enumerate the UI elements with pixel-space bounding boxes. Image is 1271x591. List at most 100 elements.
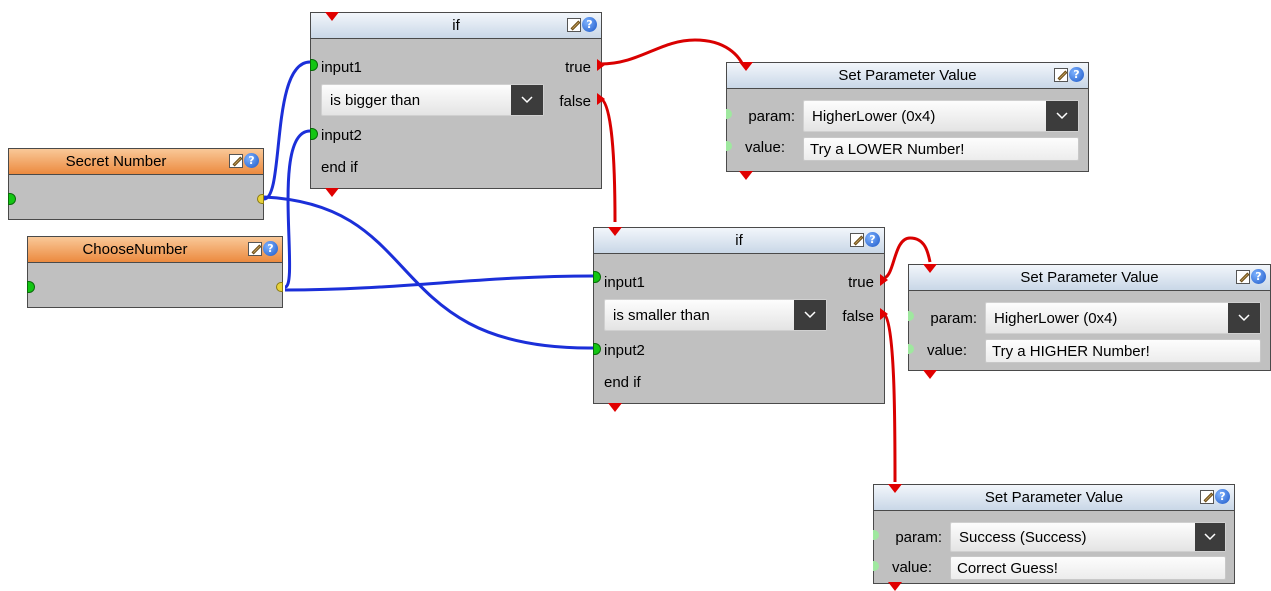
value-text: Try a LOWER Number! <box>810 140 965 158</box>
variable-node-secret-number[interactable]: Secret Number ? <box>8 148 264 220</box>
if-node-smaller[interactable]: if ? input1 true is smaller than false i… <box>593 227 888 412</box>
edit-icon[interactable] <box>850 232 864 247</box>
input1-label: input1 <box>604 274 645 291</box>
flow-out-pin[interactable] <box>608 403 622 412</box>
variable-node-title: Secret Number <box>65 153 167 170</box>
flow-in-pin[interactable] <box>608 227 622 236</box>
param-label: param: <box>895 529 942 546</box>
action-node-header[interactable]: Set Parameter Value ? <box>909 265 1270 291</box>
edit-icon[interactable] <box>229 153 243 168</box>
data-wire-choose-to-if2-input1[interactable] <box>284 274 594 292</box>
set-parameter-node-success[interactable]: Set Parameter Value ? param: Success (Su… <box>873 484 1235 591</box>
variable-node-header[interactable]: ChooseNumber ? <box>28 237 282 263</box>
input2-label: input2 <box>604 342 645 359</box>
input1-pin[interactable] <box>310 59 318 71</box>
false-output-pin[interactable] <box>597 93 605 105</box>
action-node-title: Set Parameter Value <box>838 67 977 84</box>
condition-value: is smaller than <box>613 306 710 324</box>
value-label: value: <box>891 559 932 576</box>
data-wire-choose-to-if1-input2[interactable] <box>283 129 311 289</box>
chevron-down-icon[interactable] <box>794 300 826 330</box>
variable-node-header[interactable]: Secret Number ? <box>9 149 263 175</box>
true-output-pin[interactable] <box>880 274 888 286</box>
set-parameter-node-higher[interactable]: Set Parameter Value ? param: HigherLower… <box>908 264 1271 379</box>
param-select[interactable]: HigherLower (0x4) <box>803 100 1079 132</box>
flow-in-pin[interactable] <box>888 484 902 493</box>
variable-node-title: ChooseNumber <box>82 241 188 258</box>
chevron-down-icon[interactable] <box>1195 523 1225 551</box>
input1-label: input1 <box>321 59 362 76</box>
help-icon[interactable]: ? <box>1069 67 1084 82</box>
action-node-title: Set Parameter Value <box>1020 269 1159 286</box>
flow-out-pin[interactable] <box>325 188 339 197</box>
true-output-pin[interactable] <box>597 59 605 71</box>
set-parameter-node-lower[interactable]: Set Parameter Value ? param: HigherLower… <box>726 62 1089 180</box>
condition-select[interactable]: is smaller than <box>604 299 827 331</box>
flow-wire-if1-true-to-spv1[interactable] <box>599 38 747 71</box>
if-node-header[interactable]: if ? <box>594 228 884 254</box>
flow-wire-if1-false-to-if2[interactable] <box>599 96 617 223</box>
end-if-label: end if <box>321 159 358 176</box>
false-output-pin[interactable] <box>880 308 888 320</box>
action-node-header[interactable]: Set Parameter Value ? <box>727 63 1088 89</box>
flow-in-pin[interactable] <box>923 264 937 273</box>
action-node-header[interactable]: Set Parameter Value ? <box>874 485 1234 511</box>
if-node-header[interactable]: if ? <box>311 13 601 39</box>
variable-output-pin[interactable] <box>257 194 264 204</box>
value-field[interactable]: Correct Guess! <box>950 556 1226 580</box>
input2-pin[interactable] <box>310 128 318 140</box>
param-value: Success (Success) <box>959 528 1087 546</box>
if-node-bigger[interactable]: if ? input1 true is bigger than false in… <box>310 12 605 197</box>
param-value: HigherLower (0x4) <box>812 107 936 125</box>
value-field[interactable]: Try a HIGHER Number! <box>985 339 1261 363</box>
edit-icon[interactable] <box>1200 489 1214 504</box>
variable-node-choose-number[interactable]: ChooseNumber ? <box>27 236 283 308</box>
data-wire-secret-to-if1-input1[interactable] <box>263 60 311 201</box>
variable-input-pin[interactable] <box>27 281 35 293</box>
flow-in-pin[interactable] <box>739 62 753 71</box>
value-text: Try a HIGHER Number! <box>992 342 1150 360</box>
end-if-label: end if <box>604 374 641 391</box>
edit-icon[interactable] <box>248 241 262 256</box>
chevron-down-icon[interactable] <box>1046 101 1078 131</box>
condition-select[interactable]: is bigger than <box>321 84 544 116</box>
param-value: HigherLower (0x4) <box>994 309 1118 327</box>
help-icon[interactable]: ? <box>865 232 880 247</box>
param-select[interactable]: HigherLower (0x4) <box>985 302 1261 334</box>
flow-out-pin[interactable] <box>888 582 902 591</box>
value-label: value: <box>926 342 967 359</box>
chevron-down-icon[interactable] <box>1228 303 1260 333</box>
value-field[interactable]: Try a LOWER Number! <box>803 137 1079 161</box>
param-label: param: <box>748 108 795 125</box>
help-icon[interactable]: ? <box>263 241 278 256</box>
action-node-title: Set Parameter Value <box>984 489 1124 506</box>
help-icon[interactable]: ? <box>244 153 259 168</box>
variable-output-pin[interactable] <box>276 282 283 292</box>
condition-value: is bigger than <box>330 91 421 109</box>
edit-icon[interactable] <box>567 17 581 32</box>
if-node-title: if <box>735 232 743 249</box>
edit-icon[interactable] <box>1054 67 1068 82</box>
help-icon[interactable]: ? <box>1251 269 1266 284</box>
help-icon[interactable]: ? <box>1215 489 1230 504</box>
chevron-down-icon[interactable] <box>511 85 543 115</box>
variable-input-pin[interactable] <box>8 193 16 205</box>
input1-pin[interactable] <box>593 271 601 283</box>
value-label: value: <box>744 139 785 156</box>
false-output-label: false <box>842 308 874 325</box>
param-label: param: <box>930 310 977 327</box>
data-wire-secret-to-if2-input2[interactable] <box>263 195 594 350</box>
input2-label: input2 <box>321 127 362 144</box>
flow-in-pin[interactable] <box>325 12 339 21</box>
true-output-label: true <box>848 274 874 291</box>
true-output-label: true <box>565 59 591 76</box>
flow-out-pin[interactable] <box>739 171 753 180</box>
false-output-label: false <box>559 93 591 110</box>
if-node-title: if <box>452 17 460 34</box>
param-select[interactable]: Success (Success) <box>950 522 1226 552</box>
input2-pin[interactable] <box>593 343 601 355</box>
help-icon[interactable]: ? <box>582 17 597 32</box>
value-text: Correct Guess! <box>957 559 1058 577</box>
edit-icon[interactable] <box>1236 269 1250 284</box>
flow-out-pin[interactable] <box>923 370 937 379</box>
